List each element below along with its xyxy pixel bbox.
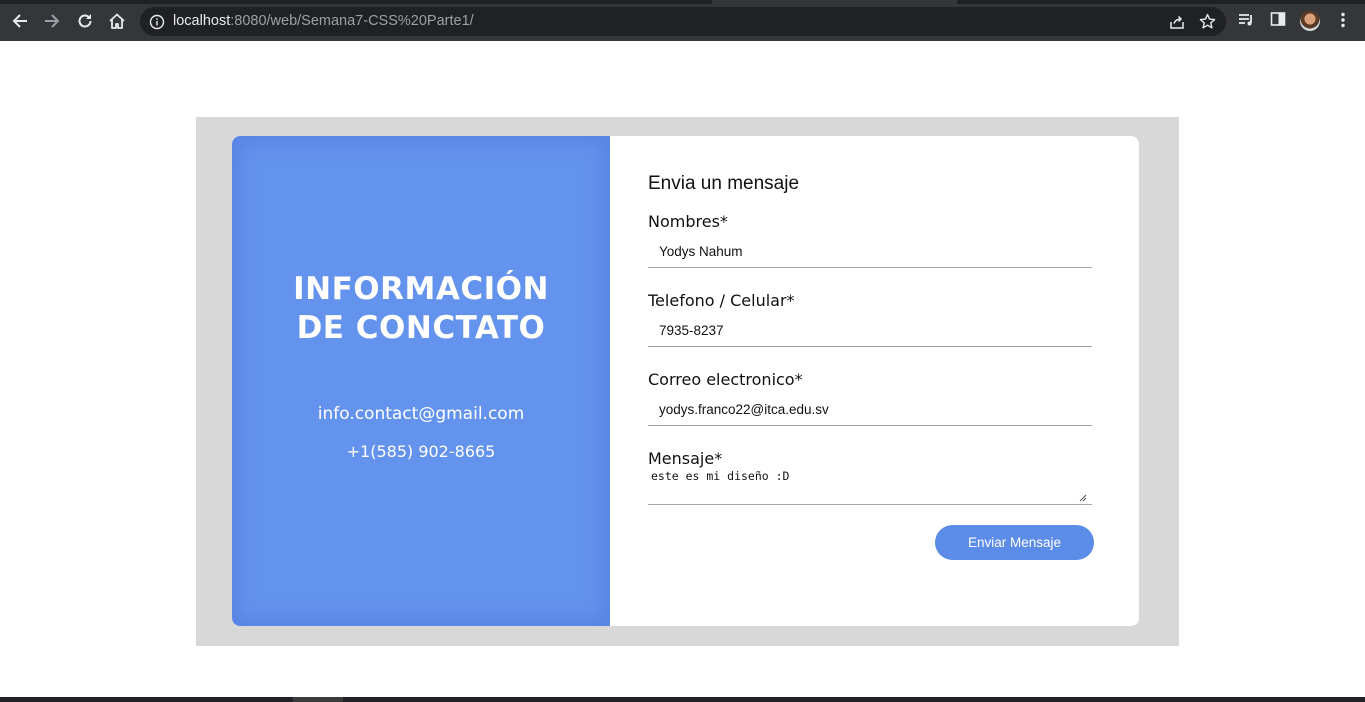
- home-icon[interactable]: [106, 10, 128, 32]
- resize-handle-icon[interactable]: [1079, 494, 1087, 502]
- address-bar[interactable]: localhost:8080/web/Semana7-CSS%20Parte1/: [140, 7, 1226, 36]
- taskbar-segment: [293, 697, 343, 702]
- send-message-button[interactable]: Enviar Mensaje: [935, 525, 1094, 560]
- message-field[interactable]: este es mi diseño :D: [648, 469, 1088, 504]
- browser-toolbar: localhost:8080/web/Semana7-CSS%20Parte1/: [0, 0, 1365, 41]
- star-icon[interactable]: [1199, 13, 1216, 30]
- contact-phone: +1(585) 902-8665: [346, 442, 496, 461]
- contact-info-panel: INFORMACIÓN DE CONCTATO info.contact@gma…: [232, 136, 610, 626]
- page-container: INFORMACIÓN DE CONCTATO info.contact@gma…: [196, 117, 1179, 646]
- tab-strip: [0, 0, 1365, 4]
- phone-label: Telefono / Celular*: [648, 291, 795, 310]
- url-path: :8080/web/Semana7-CSS%20Parte1/: [230, 13, 474, 29]
- reload-icon[interactable]: [74, 10, 96, 32]
- back-icon[interactable]: [9, 10, 31, 32]
- title-line-1: INFORMACIÓN: [293, 271, 549, 307]
- taskbar-strip: [0, 697, 1365, 702]
- share-icon[interactable]: [1169, 14, 1185, 30]
- active-tab-edge[interactable]: [712, 0, 957, 4]
- url-host: localhost: [173, 13, 231, 29]
- title-line-2: DE CONCTATO: [296, 310, 546, 346]
- email-label: Correo electronico*: [648, 370, 803, 389]
- form-title: Envia un mensaje: [648, 173, 800, 194]
- kebab-menu-icon[interactable]: [1336, 11, 1350, 29]
- name-label: Nombres*: [648, 212, 728, 231]
- name-field[interactable]: [648, 236, 1092, 268]
- message-label: Mensaje*: [648, 449, 723, 468]
- contact-email: info.contact@gmail.com: [317, 404, 525, 424]
- contact-info-title: INFORMACIÓN DE CONCTATO: [232, 270, 610, 348]
- info-icon[interactable]: [149, 14, 165, 30]
- url-text[interactable]: localhost:8080/web/Semana7-CSS%20Parte1/: [173, 13, 474, 29]
- avatar[interactable]: [1300, 11, 1320, 31]
- side-panel-icon[interactable]: [1270, 11, 1286, 27]
- message-underline: [648, 504, 1092, 505]
- forward-icon[interactable]: [41, 10, 63, 32]
- phone-field[interactable]: [648, 315, 1092, 347]
- contact-card: INFORMACIÓN DE CONCTATO info.contact@gma…: [232, 136, 1139, 626]
- reading-list-icon[interactable]: [1237, 11, 1255, 29]
- email-field[interactable]: [648, 394, 1092, 426]
